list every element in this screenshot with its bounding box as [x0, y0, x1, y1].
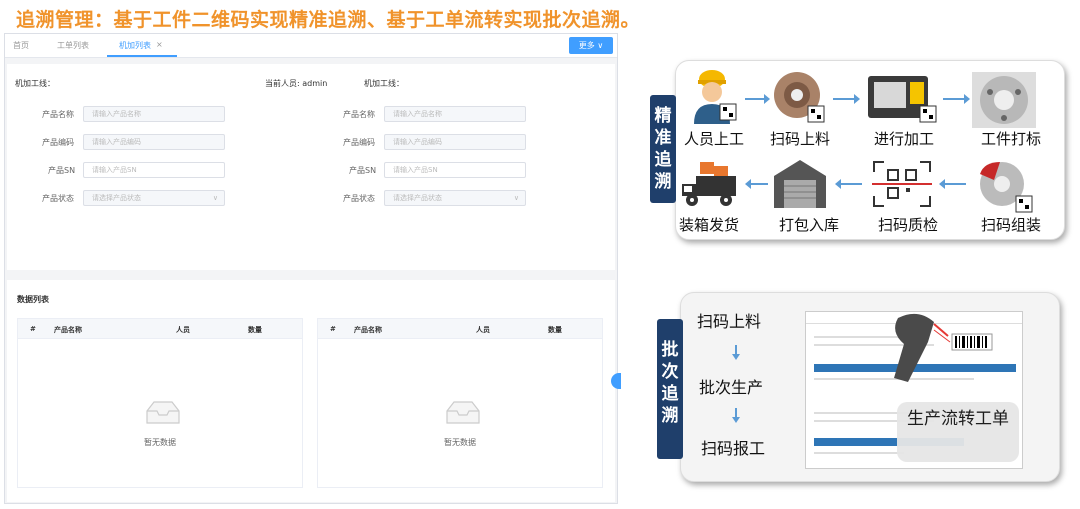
arrow-left — [835, 179, 862, 189]
batch-step-scan-feed: 扫码上料 — [697, 312, 762, 331]
col-product-name: 产品名称 — [54, 326, 82, 334]
step-worker-on-duty: 人员上工 — [684, 130, 745, 148]
col-quantity: 数量 — [248, 326, 262, 334]
line-label-left: 机加工线： — [15, 79, 55, 88]
more-button[interactable]: 更多 ∨ — [569, 37, 613, 54]
table-header: # 产品名称 人员 数量 — [18, 319, 302, 339]
tab-work-orders[interactable]: 工单列表 — [57, 40, 89, 51]
arrow-right — [943, 94, 970, 104]
precise-trace-label: 精准追溯 — [650, 95, 676, 203]
chevron-down-icon: ∨ — [212, 194, 218, 202]
product-status-placeholder: 请选择产品状态 — [92, 194, 141, 202]
batch-trace-label-text: 批次追溯 — [661, 340, 679, 426]
search-form-panel: 机加工线： 当前人员: admin 机加工线： 产品名称 请输入产品名称 产品编… — [7, 64, 615, 270]
barcode-scanner-icon — [894, 313, 993, 382]
data-list-title: 数据列表 — [17, 295, 49, 304]
step-pack-ship: 装箱发货 — [679, 216, 740, 234]
headline: 追溯管理：基于工件二维码实现精准追溯、基于工单流转实现批次追溯。 — [16, 9, 641, 31]
product-name-label-2: 产品名称 — [343, 110, 375, 119]
warehouse-icon — [774, 160, 826, 208]
product-name-input[interactable]: 请输入产品名称 — [83, 106, 225, 122]
batch-step-production: 批次生产 — [699, 378, 764, 397]
batch-trace-label: 批次追溯 — [657, 319, 683, 459]
product-name-input-2[interactable]: 请输入产品名称 — [384, 106, 526, 122]
product-sn-input[interactable]: 请输入产品SN — [83, 162, 225, 178]
tab-home[interactable]: 首页 — [13, 40, 29, 51]
tab-close-icon[interactable]: × — [156, 40, 163, 49]
batch-step-scan-report: 扫码报工 — [701, 439, 766, 458]
product-sn-label-2: 产品SN — [349, 166, 377, 175]
product-code-label-2: 产品编码 — [343, 138, 375, 147]
arrow-right — [745, 94, 770, 104]
brake-disc-qr-icon — [774, 72, 825, 123]
step-pack-store: 打包入库 — [779, 216, 840, 234]
product-status-label-2: 产品状态 — [343, 194, 375, 203]
marked-workpiece-icon — [972, 72, 1036, 128]
doc-line — [814, 452, 904, 454]
col-index: # — [330, 325, 336, 333]
product-status-select[interactable]: 请选择产品状态 ∨ — [83, 190, 225, 206]
product-status-placeholder-2: 请选择产品状态 — [393, 194, 442, 202]
mes-app-window: 首页 工单列表 机加列表 × 更多 ∨ 机加工线： 当前人员: admin 机加… — [4, 33, 618, 504]
empty-text: 暂无数据 — [444, 438, 476, 447]
cnc-machine-icon — [868, 76, 937, 123]
step-scan-qc: 扫码质检 — [878, 216, 939, 234]
data-table-right: # 产品名称 人员 数量 暂无数据 — [317, 318, 603, 488]
tab-machining-list[interactable]: 机加列表 — [119, 40, 151, 51]
col-quantity: 数量 — [548, 326, 562, 334]
work-order-callout: 生产流转工单 — [897, 402, 1019, 462]
col-product-name: 产品名称 — [354, 326, 382, 334]
empty-text: 暂无数据 — [144, 438, 176, 447]
data-table-left: # 产品名称 人员 数量 暂无数据 — [17, 318, 303, 488]
product-name-label: 产品名称 — [42, 110, 74, 119]
arrow-right — [833, 94, 860, 104]
step-scan-assembly: 扫码组装 — [981, 216, 1042, 234]
product-sn-input-2[interactable]: 请输入产品SN — [384, 162, 526, 178]
step-machining: 进行加工 — [874, 130, 935, 148]
empty-box-icon — [446, 401, 480, 424]
step-part-marking: 工件打标 — [981, 130, 1042, 148]
product-code-input-2[interactable]: 请输入产品编码 — [384, 134, 526, 150]
active-tab-indicator — [107, 55, 177, 57]
arrow-left — [745, 179, 768, 189]
chevron-down-icon: ∨ — [513, 194, 519, 202]
col-index: # — [30, 325, 36, 333]
col-person: 人员 — [476, 326, 490, 334]
arrow-left — [939, 179, 966, 189]
line-label-right: 机加工线： — [364, 79, 404, 88]
scan-inspection-icon — [872, 161, 932, 207]
current-operator: 当前人员: admin — [265, 79, 328, 88]
product-sn-label: 产品SN — [48, 166, 76, 175]
tab-bar: 首页 工单列表 机加列表 × 更多 ∨ — [5, 34, 617, 58]
product-code-input[interactable]: 请输入产品编码 — [83, 134, 225, 150]
brake-assembly-qr-icon — [980, 162, 1033, 213]
arrow-down — [732, 345, 740, 360]
empty-box-icon — [146, 401, 180, 424]
precise-trace-label-text: 精准追溯 — [654, 106, 672, 192]
delivery-truck-icon — [682, 162, 736, 206]
product-status-label: 产品状态 — [42, 194, 74, 203]
worker-icon — [694, 70, 737, 124]
arrow-down — [732, 408, 740, 423]
side-collapse-handle[interactable] — [611, 373, 621, 389]
product-status-select-2[interactable]: 请选择产品状态 ∨ — [384, 190, 526, 206]
step-scan-feed: 扫码上料 — [770, 130, 831, 148]
table-header: # 产品名称 人员 数量 — [318, 319, 602, 339]
product-code-label: 产品编码 — [42, 138, 74, 147]
data-list-panel: 数据列表 # 产品名称 人员 数量 暂无数据 # 产品名称 人员 数量 暂无数据 — [7, 280, 615, 502]
col-person: 人员 — [176, 326, 190, 334]
